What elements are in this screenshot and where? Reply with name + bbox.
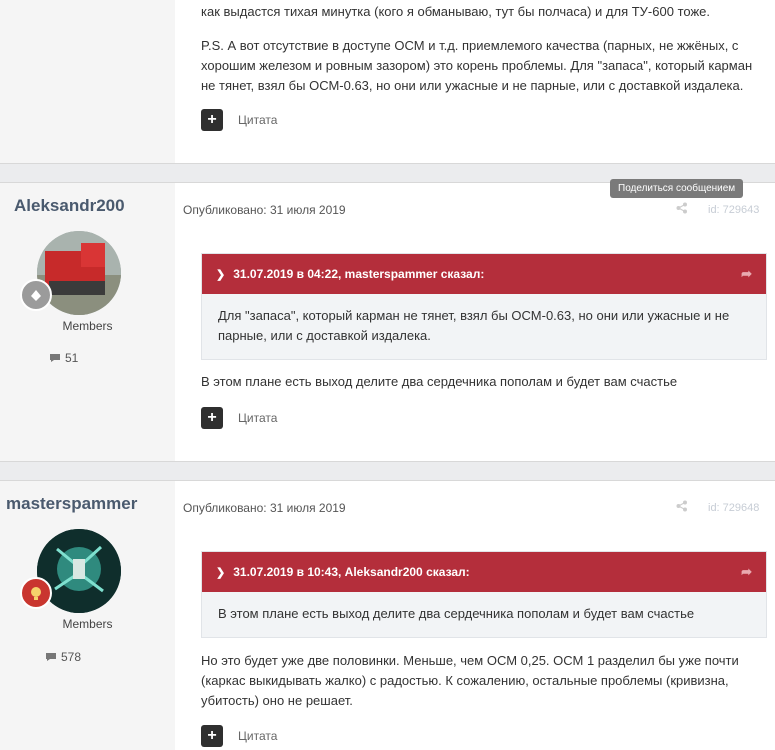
comment-icon xyxy=(50,354,60,362)
published-date: Опубликовано: 31 июля 2019 xyxy=(183,501,346,515)
quote-button[interactable]: + Цитата xyxy=(201,109,277,131)
member-group: Members xyxy=(62,319,113,333)
quote-block: ❯ 31.07.2019 в 10:43, Aleksandr200 сказа… xyxy=(201,551,767,638)
post-count-value: 578 xyxy=(61,650,82,664)
post-text: В этом плане есть выход делите два серде… xyxy=(201,374,678,389)
quote-header-text: 31.07.2019 в 04:22, masterspammer сказал… xyxy=(233,267,485,281)
plus-icon: + xyxy=(201,407,223,429)
quote-block: ❯ 31.07.2019 в 04:22, masterspammer сказ… xyxy=(201,253,767,360)
post-separator xyxy=(0,461,775,481)
quote-header[interactable]: ❯ 31.07.2019 в 04:22, masterspammer сказ… xyxy=(202,254,766,294)
quote-body: Для "запаса", который карман не тянет, в… xyxy=(218,308,730,343)
share-arrow-icon[interactable]: ➦ xyxy=(741,266,752,282)
hand-icon xyxy=(31,290,41,301)
quote-label: Цитата xyxy=(238,729,278,743)
quote-body: В этом плане есть выход делите два серде… xyxy=(218,606,695,621)
chevron-down-icon: ❯ xyxy=(216,566,226,579)
share-icon[interactable] xyxy=(676,500,688,515)
post-id[interactable]: id: 729648 xyxy=(708,502,759,514)
plus-icon: + xyxy=(201,109,223,131)
member-group: Members xyxy=(62,617,113,631)
post-count-value: 51 xyxy=(65,351,79,365)
post-count: 578 xyxy=(45,650,81,664)
post-id[interactable]: id: 729643 xyxy=(708,204,759,216)
lightbulb-icon xyxy=(31,587,41,600)
post-text-line: как выдастся тихая минутка (кого я обман… xyxy=(201,4,710,19)
share-icon[interactable] xyxy=(676,202,688,217)
post-top: как выдастся тихая минутка (кого я обман… xyxy=(0,0,775,163)
quote-button[interactable]: + Цитата xyxy=(201,407,277,429)
quote-button[interactable]: + Цитата xyxy=(201,725,277,747)
quote-label: Цитата xyxy=(238,411,278,425)
chevron-down-icon: ❯ xyxy=(216,268,226,281)
username[interactable]: Aleksandr200 xyxy=(14,196,125,216)
share-arrow-icon[interactable]: ➦ xyxy=(741,564,752,580)
comment-icon xyxy=(46,653,56,661)
rank-badge xyxy=(20,279,52,311)
plus-icon: + xyxy=(201,725,223,747)
share-tooltip: Поделиться сообщением xyxy=(610,179,744,198)
published-date: Опубликовано: 31 июля 2019 xyxy=(183,203,346,217)
quote-header-text: 31.07.2019 в 10:43, Aleksandr200 сказал: xyxy=(233,565,470,579)
quote-label: Цитата xyxy=(238,113,278,127)
post-text-ps: P.S. А вот отсутствие в доступе ОСМ и т.… xyxy=(201,38,753,93)
rank-badge xyxy=(20,577,52,609)
post-text: Но это будет уже две половинки. Меньше, … xyxy=(201,653,739,708)
post-count: 51 xyxy=(49,351,78,365)
author-column xyxy=(0,0,175,163)
username[interactable]: masterspammer xyxy=(6,494,137,514)
author-column xyxy=(0,481,175,750)
quote-header[interactable]: ❯ 31.07.2019 в 10:43, Aleksandr200 сказа… xyxy=(202,552,766,592)
